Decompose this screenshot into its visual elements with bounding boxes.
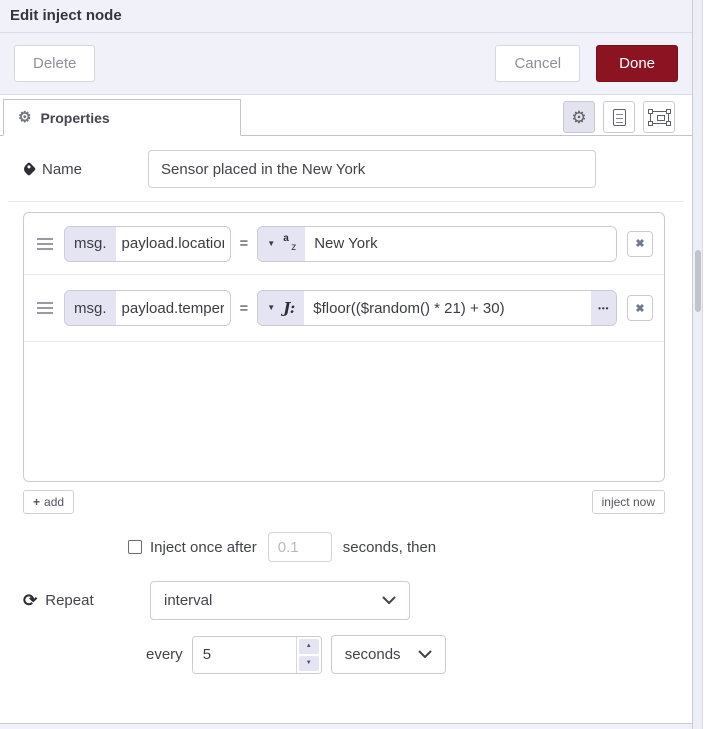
every-label: every — [146, 646, 183, 663]
equals-sign: = — [239, 299, 249, 317]
interval-spinner: ▲ ▼ — [191, 635, 322, 674]
equals-sign: = — [239, 235, 249, 252]
remove-row-button[interactable]: ✖ — [627, 230, 653, 257]
property-row-location: msg. = ▼ az ✖ — [24, 213, 664, 275]
msg-prefix[interactable]: msg. — [65, 291, 116, 325]
typed-value-input: ▼ J: ••• — [257, 290, 618, 326]
tag-icon — [21, 161, 37, 177]
arrow-down-icon: ▼ — [305, 660, 312, 666]
interval-units-select[interactable]: seconds — [330, 635, 446, 674]
once-delay-input[interactable] — [267, 532, 332, 562]
interval-value-input[interactable] — [192, 636, 296, 673]
done-button[interactable]: Done — [596, 45, 678, 82]
repeat-label: ⟳ Repeat — [23, 591, 94, 610]
open-expression-editor-button[interactable]: ••• — [591, 291, 617, 325]
name-label: Name — [21, 161, 148, 178]
inject-now-button[interactable]: inject now — [591, 490, 665, 514]
dialog-content: ⚙ Properties ⚙ Name Sensor placed in the… — [0, 95, 692, 674]
properties-list: msg. = ▼ az ✖ — [23, 212, 665, 482]
tab-bar: ⚙ Properties ⚙ — [0, 99, 692, 136]
delete-button[interactable]: Delete — [14, 45, 96, 82]
cancel-button[interactable]: Cancel — [495, 45, 581, 82]
edit-inject-node-dialog: Edit inject node Delete Cancel Done ⚙ Pr… — [0, 0, 692, 729]
chevron-down-icon — [418, 650, 432, 659]
inject-once-checkbox[interactable] — [128, 540, 142, 554]
gear-icon: ⚙ — [18, 109, 32, 126]
tab-properties-label: Properties — [40, 109, 110, 126]
msg-property-input: msg. — [64, 290, 231, 326]
spinner-up-button[interactable]: ▲ — [298, 638, 319, 654]
type-select-button[interactable]: ▼ az — [258, 226, 306, 261]
close-icon: ✖ — [635, 302, 645, 315]
caret-down-icon: ▼ — [267, 238, 276, 248]
expression-type-icon: J: — [283, 299, 296, 317]
property-key-input[interactable] — [115, 226, 230, 261]
drag-handle-icon[interactable] — [37, 299, 53, 317]
inject-once-label: Inject once after — [150, 538, 257, 556]
list-actions: + add inject now — [23, 490, 665, 514]
msg-prefix[interactable]: msg. — [65, 226, 116, 261]
repeat-row: ⟳ Repeat interval — [23, 581, 692, 620]
inject-once-row: Inject once after seconds, then — [128, 532, 692, 562]
units-select-value: seconds — [344, 646, 401, 663]
once-suffix-label: seconds, then — [342, 538, 437, 556]
panel-bottom-edge — [0, 723, 692, 729]
repeat-select-value: interval — [164, 592, 213, 609]
dialog-toolbar: Delete Cancel Done — [0, 33, 692, 95]
value-input[interactable] — [305, 226, 617, 261]
plus-icon: + — [33, 495, 41, 509]
tab-properties[interactable]: ⚙ Properties — [3, 99, 241, 136]
description-icon-button[interactable] — [603, 101, 635, 133]
remove-row-button[interactable]: ✖ — [627, 295, 653, 321]
interval-row: every ▲ ▼ seconds — [146, 635, 692, 674]
scrollbar-track[interactable] — [693, 0, 703, 729]
spinner-down-button[interactable]: ▼ — [298, 655, 319, 671]
drag-handle-icon[interactable] — [37, 235, 53, 253]
type-select-button[interactable]: ▼ J: — [258, 291, 305, 325]
ellipsis-icon: ••• — [598, 303, 610, 313]
property-key-input[interactable] — [115, 291, 230, 325]
close-icon: ✖ — [635, 238, 645, 250]
tab-icon-buttons: ⚙ — [563, 101, 675, 133]
msg-property-input: msg. — [64, 225, 231, 262]
scrollbar-gutter — [692, 0, 706, 729]
repeat-icon: ⟳ — [23, 591, 38, 610]
appearance-icon — [647, 108, 671, 126]
spinner-arrows: ▲ ▼ — [295, 636, 321, 673]
appearance-icon-button[interactable] — [643, 101, 675, 133]
gear-icon: ⚙ — [571, 107, 587, 127]
scrollbar-thumb[interactable] — [695, 250, 701, 312]
repeat-select[interactable]: interval — [150, 581, 410, 620]
chevron-down-icon — [382, 596, 396, 605]
section-divider — [8, 201, 684, 202]
name-input[interactable] — [148, 150, 596, 188]
name-row: Name — [21, 150, 668, 188]
value-input[interactable] — [304, 291, 592, 325]
string-type-icon: az — [283, 233, 297, 253]
properties-icon-button[interactable]: ⚙ — [563, 101, 595, 133]
add-button[interactable]: + add — [23, 490, 75, 514]
property-row-temperature: msg. = ▼ J: ••• ✖ — [24, 275, 664, 342]
typed-value-input: ▼ az — [257, 225, 618, 262]
caret-down-icon: ▼ — [267, 303, 276, 312]
dialog-title: Edit inject node — [0, 0, 692, 33]
arrow-up-icon: ▲ — [305, 643, 312, 649]
document-icon — [612, 108, 626, 126]
